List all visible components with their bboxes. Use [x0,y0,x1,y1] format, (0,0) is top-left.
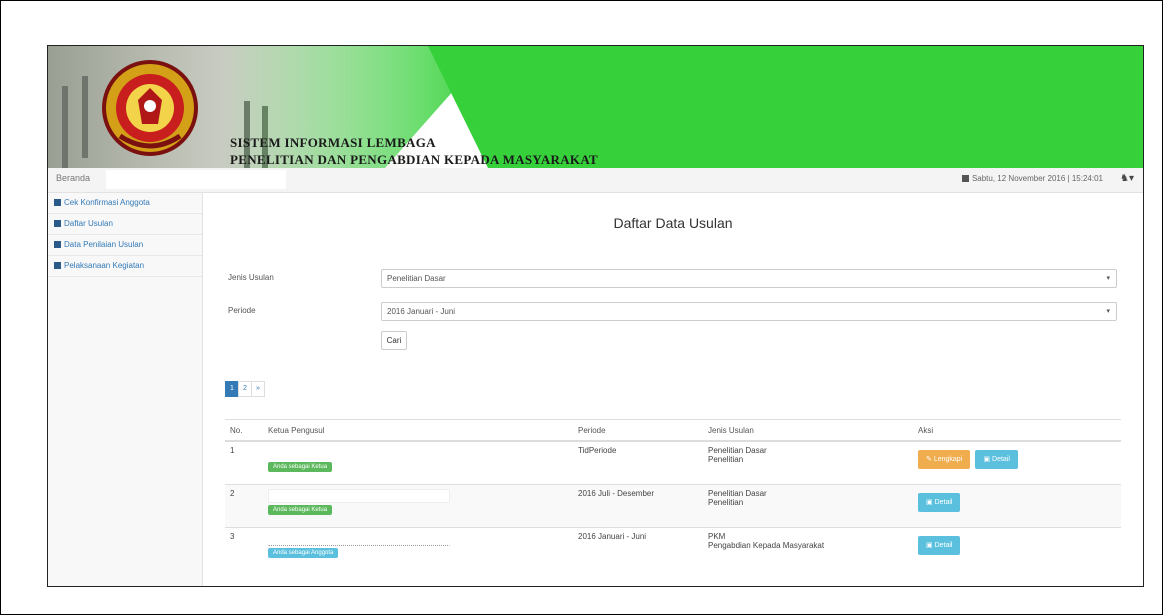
periode-value: 2016 Januari - Juni [387,307,456,316]
sidebar-item-label: Daftar Usulan [64,219,113,228]
page-2-link[interactable]: 2 [238,381,252,397]
jenis-primary: Penelitian Dasar [708,489,767,498]
tasks-icon [54,262,61,269]
app-title-line1: SISTEM INFORMASI LEMBAGA [230,135,436,150]
app-window: SISTEM INFORMASI LEMBAGA PENELITIAN DAN … [47,45,1144,587]
sidebar-item-label: Data Penilaian Usulan [64,240,144,249]
sidebar-item-daftar-usulan[interactable]: Daftar Usulan [48,214,202,235]
datetime-text: Sabtu, 12 November 2016 | 15:24:01 [971,174,1103,183]
lengkapi-button[interactable]: ✎ Lengkapi [918,450,971,469]
detail-label: Detail [934,542,953,549]
university-logo [102,60,198,156]
sidebar-item-pelaksanaan[interactable]: Pelaksanaan Kegiatan [48,256,202,277]
sidebar-item-data-penilaian[interactable]: Data Penilaian Usulan [48,235,202,256]
home-icon [54,199,61,206]
cell-periode: 2016 Januari - Juni [573,527,703,570]
detail-button[interactable]: ▣ Detail [918,536,961,555]
sidebar-item-cek-konfirmasi[interactable]: Cek Konfirmasi Anggota [48,193,202,214]
cell-jenis: Penelitian Dasar Penelitian [703,440,913,485]
periode-select[interactable]: 2016 Januari - Juni ▾ [381,302,1117,321]
page-1-link[interactable]: 1 [225,381,239,397]
redacted-name [268,532,450,546]
chevron-down-icon: ▾ [1106,275,1110,282]
table-row: 2 Anda sebagai Ketua 2016 Juli - Desembe… [225,484,1121,528]
status-badge: Anda sebagai Anggota [268,548,339,558]
datetime-display: Sabtu, 12 November 2016 | 15:24:01 [961,174,1103,183]
cell-jenis: PKM Pengabdian Kepada Masyarakat [703,527,913,570]
cell-aksi: ✎ Lengkapi ▣ Detail [913,440,1121,485]
chevron-down-icon: ▾ [1106,308,1110,315]
cell-jenis: Penelitian Dasar Penelitian [703,484,913,528]
app-title-line2: PENELITIAN DAN PENGABDIAN KEPADA MASYARA… [230,152,599,167]
sidebar-item-label: Cek Konfirmasi Anggota [64,198,150,207]
table-row: 3 Anda sebagai Anggota 2016 Januari - Ju… [225,527,1121,570]
detail-button[interactable]: ▣ Detail [918,493,961,512]
list-icon [54,241,61,248]
col-jenis-usulan: Jenis Usulan [703,419,913,442]
usulan-table: No. Ketua Pengusul Periode Jenis Usulan … [225,419,1121,570]
table-row: 1 Anda sebagai Ketua TidPeriode Peneliti… [225,440,1121,485]
col-aksi: Aksi [913,419,1121,442]
cell-periode: 2016 Juli - Desember [573,484,703,528]
jenis-secondary: Penelitian [708,498,744,507]
header-green-panel [428,46,1143,168]
navbar-brand-beranda[interactable]: Beranda [56,173,90,183]
sidebar: Cek Konfirmasi Anggota Daftar Usulan Dat… [48,193,203,586]
detail-label: Detail [992,456,1010,463]
header-banner: SISTEM INFORMASI LEMBAGA PENELITIAN DAN … [48,46,1143,168]
status-badge: Anda sebagai Ketua [268,505,333,515]
page-next-link[interactable]: » [251,381,265,397]
col-no: No. [225,419,263,442]
jenis-secondary: Penelitian [708,455,744,464]
page-title: Daftar Data Usulan [613,215,733,231]
sidebar-item-label: Pelaksanaan Kegiatan [64,261,145,270]
cell-ketua: Anda sebagai Ketua [263,440,573,485]
user-menu-icon[interactable]: ♞▾ [1120,173,1134,184]
detail-label: Detail [934,499,953,506]
redacted-name [268,489,450,503]
main-content: Daftar Data Usulan Jenis Usulan Peneliti… [203,193,1143,586]
status-badge: Anda sebagai Ketua [268,462,333,472]
jenis-usulan-select[interactable]: Penelitian Dasar ▾ [381,269,1117,288]
cell-periode: TidPeriode [573,440,703,485]
cari-button[interactable]: Cari [381,331,407,350]
cell-aksi: ▣ Detail [913,527,1121,570]
jenis-usulan-label: Jenis Usulan [228,273,274,282]
jenis-primary: Penelitian Dasar [708,446,767,455]
jenis-secondary: Pengabdian Kepada Masyarakat [708,541,825,550]
jenis-usulan-value: Penelitian Dasar [387,274,446,283]
cell-no: 1 [225,440,263,485]
detail-button[interactable]: ▣ Detail [975,450,1018,469]
periode-label: Periode [228,306,256,315]
cell-ketua: Anda sebagai Ketua [263,484,573,528]
cell-no: 2 [225,484,263,528]
cell-no: 3 [225,527,263,570]
lengkapi-label: Lengkapi [933,456,963,463]
cell-ketua: Anda sebagai Anggota [263,527,573,570]
top-navbar: Beranda Sabtu, 12 November 2016 | 15:24:… [48,168,1143,193]
jenis-primary: PKM [708,532,726,541]
col-periode: Periode [573,419,703,442]
calendar-icon [961,175,969,182]
list-icon [54,220,61,227]
col-ketua-pengusul: Ketua Pengusul [263,419,573,442]
table-header-row: No. Ketua Pengusul Periode Jenis Usulan … [225,419,1121,442]
pagination: 1 2 » [225,381,265,397]
navbar-search-area [106,170,286,189]
cell-aksi: ▣ Detail [913,484,1121,528]
